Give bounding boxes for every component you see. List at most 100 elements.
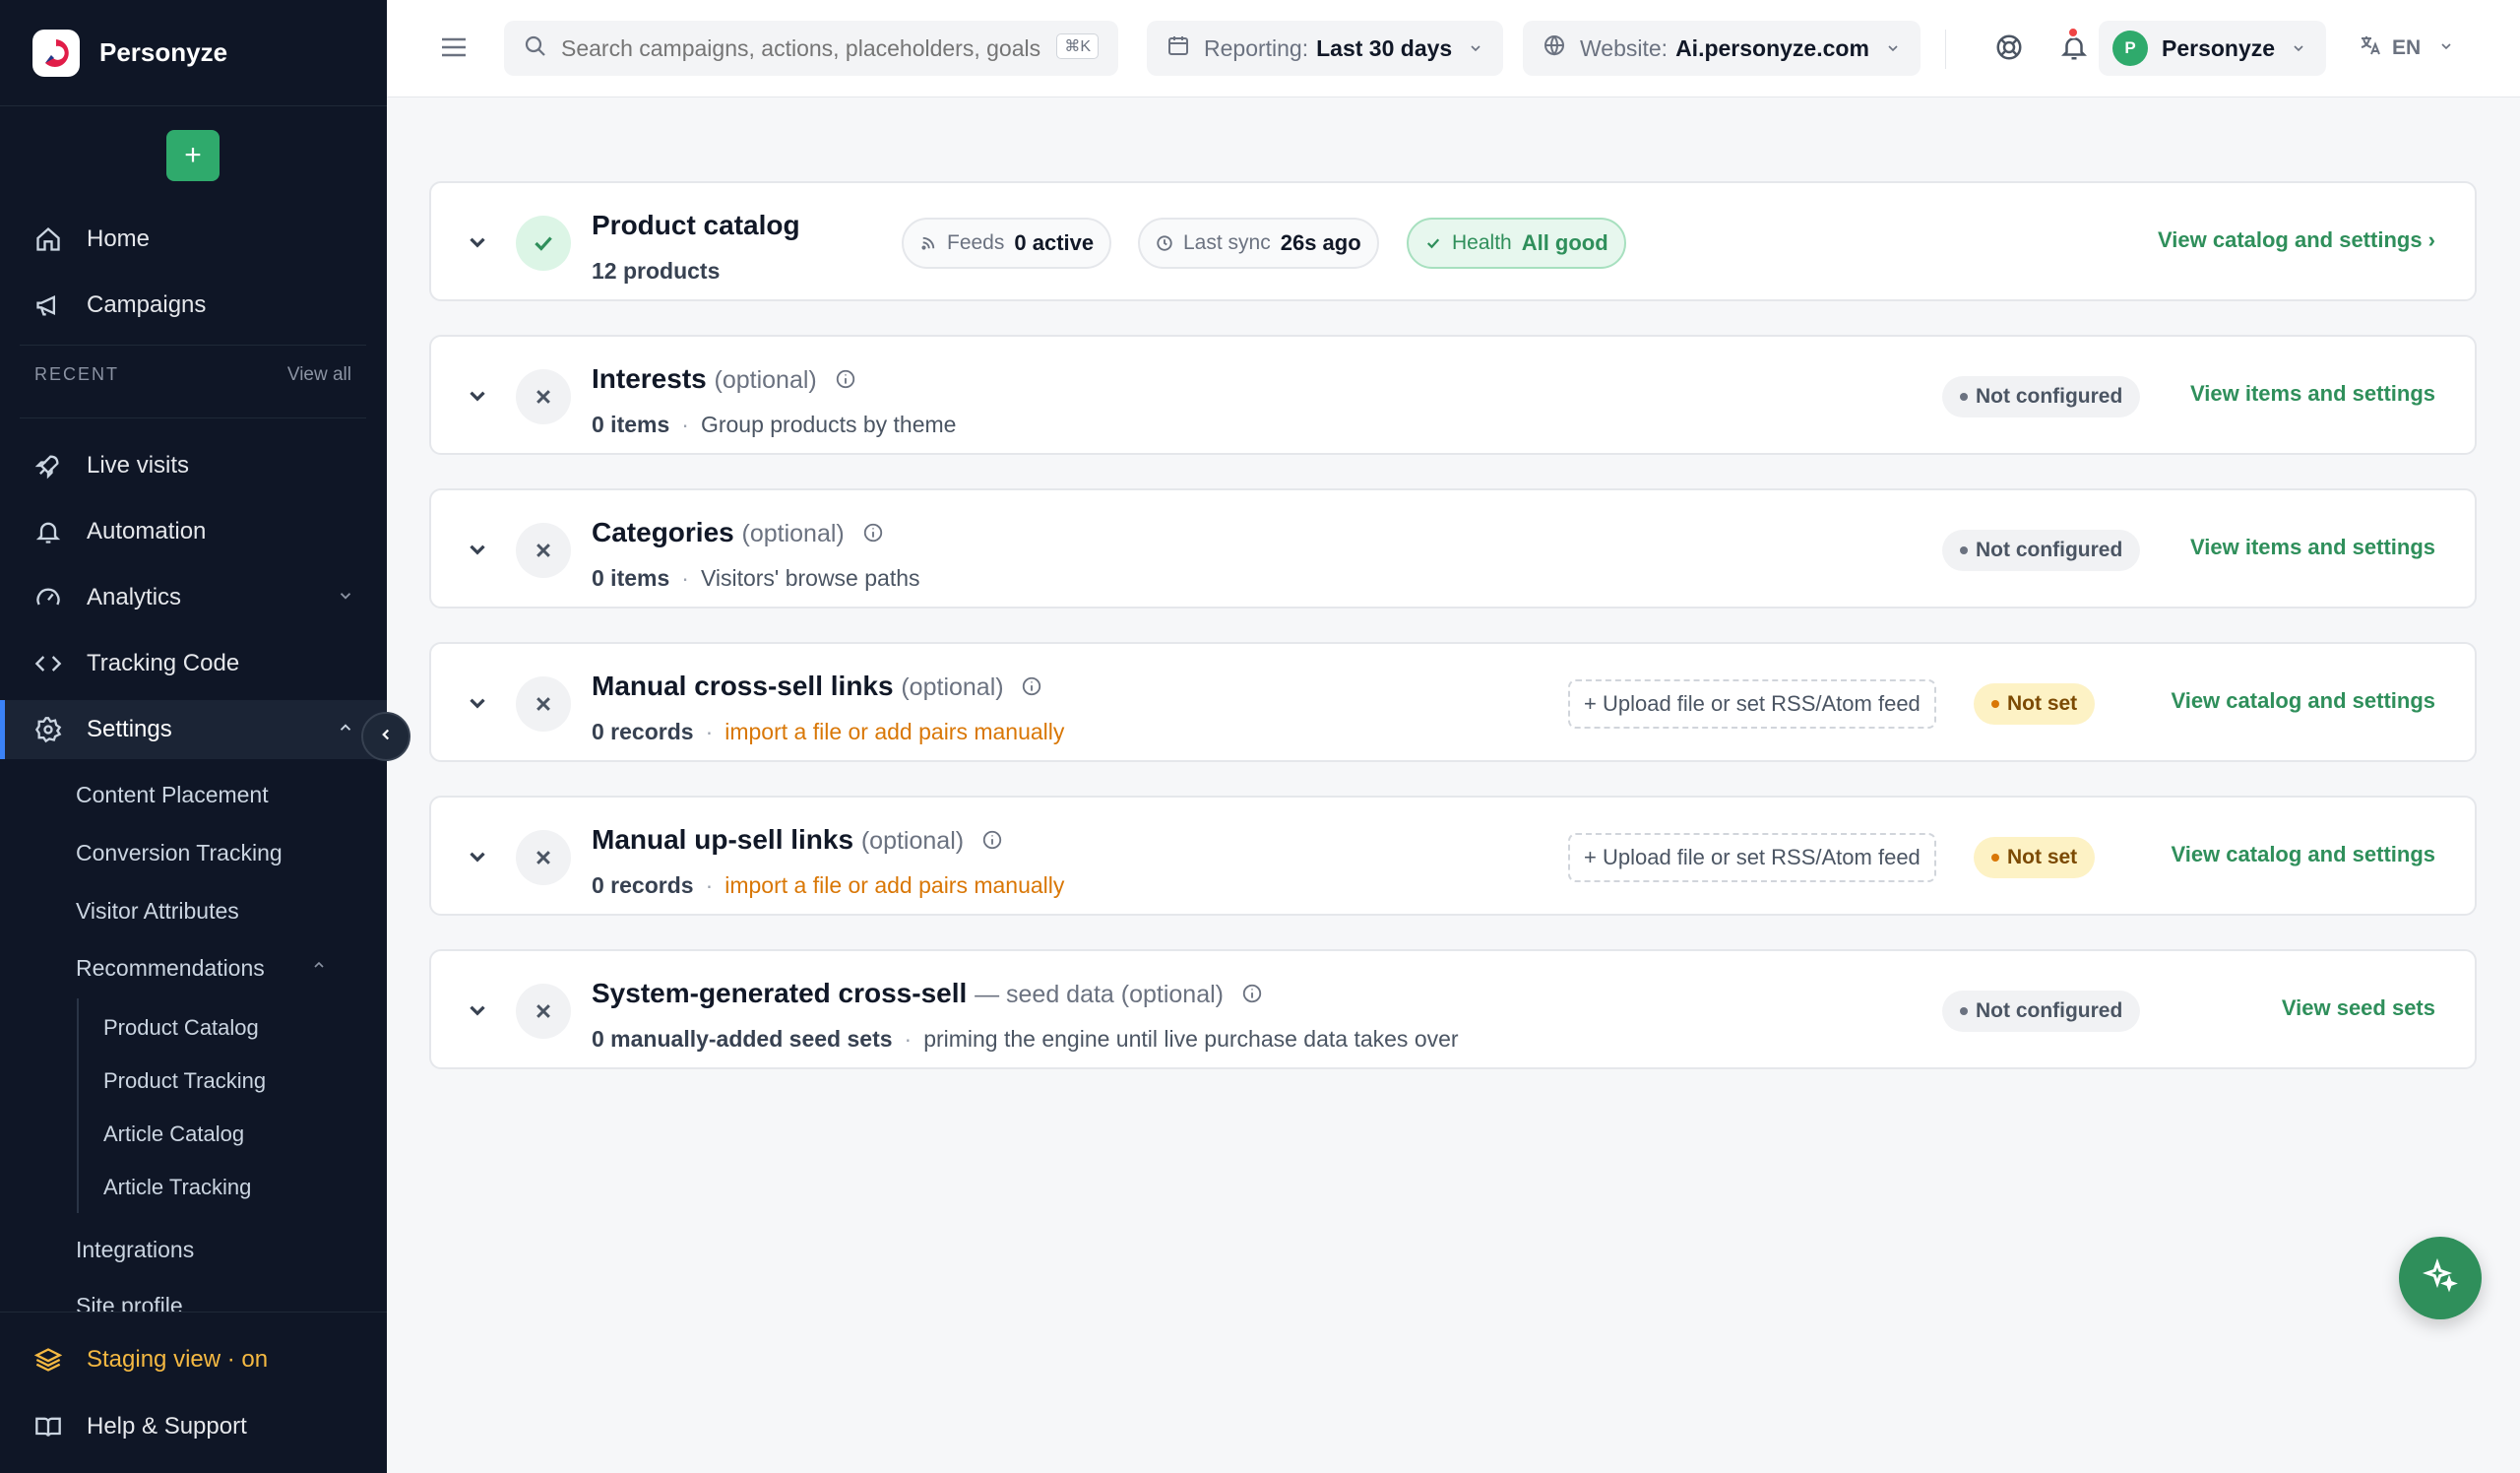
- view-all-link[interactable]: View all: [287, 364, 351, 386]
- health-chip: Health All good: [1407, 218, 1626, 269]
- card-subtitle: 0 items · Group products by theme: [592, 412, 957, 437]
- user-name: Personyze: [2162, 34, 2276, 61]
- staging-view-toggle[interactable]: Staging view · on: [0, 1330, 387, 1389]
- x-status-icon: [516, 523, 571, 578]
- view-catalog-link[interactable]: View catalog and settings ›: [2158, 227, 2435, 253]
- sidebar-item-label: Tracking Code: [87, 650, 240, 676]
- optional-label: (optional): [714, 366, 817, 394]
- sidebar-subitem-visitor-attributes[interactable]: Visitor Attributes: [76, 898, 239, 925]
- top-header: ⌘K Reporting: Last 30 days Website: Ai.p…: [387, 0, 2520, 97]
- user-menu[interactable]: P Personyze: [2099, 21, 2327, 76]
- ai-assistant-button[interactable]: [2399, 1237, 2482, 1319]
- lifebuoy-icon[interactable]: [1994, 32, 2024, 67]
- expand-chevron-icon[interactable]: [465, 383, 490, 414]
- x-status-icon: [516, 369, 571, 424]
- language-selector[interactable]: EN: [2359, 21, 2454, 76]
- expand-chevron-icon[interactable]: [465, 229, 490, 260]
- health-value: All good: [1521, 230, 1608, 255]
- sidebar-item-tracking-code[interactable]: Tracking Code: [0, 634, 387, 693]
- info-icon[interactable]: [981, 826, 1003, 858]
- shortcut-badge: ⌘K: [1056, 33, 1099, 59]
- expand-chevron-icon[interactable]: [465, 537, 490, 567]
- view-items-link[interactable]: View items and settings: [2190, 535, 2435, 560]
- expand-chevron-icon[interactable]: [465, 844, 490, 874]
- sidebar: Personyze + Home Campaigns RECENT View a…: [0, 0, 387, 1473]
- sidebar-footer: Staging view · on Help & Support: [0, 1312, 387, 1473]
- expand-chevron-icon[interactable]: [465, 690, 490, 721]
- clock-icon: [1157, 235, 1172, 251]
- translate-icon: [2359, 33, 2382, 63]
- divider: [20, 345, 366, 346]
- x-status-icon: [516, 984, 571, 1039]
- sidebar-item-label: Analytics: [87, 584, 182, 610]
- sidebar-item-label: Automation: [87, 518, 207, 544]
- avatar: P: [2112, 31, 2148, 66]
- interests-card: Interests (optional) 0 items · Group produ…: [429, 335, 2477, 455]
- card-subtitle: 0 records · import a file or add pairs man…: [592, 872, 1065, 898]
- import-hint-link[interactable]: import a file or add pairs manually: [724, 719, 1064, 744]
- sidebar-item-campaigns[interactable]: Campaigns: [0, 276, 387, 335]
- sidebar-item-help[interactable]: Help & Support: [0, 1397, 387, 1456]
- sidebar-subitem-integrations[interactable]: Integrations: [76, 1237, 194, 1263]
- sidebar-item-automation[interactable]: Automation: [0, 502, 387, 561]
- search-input[interactable]: [561, 34, 1053, 62]
- seed-count: 0 manually-added seed sets: [592, 1026, 893, 1052]
- website-value: Ai.personyze.com: [1675, 34, 1869, 61]
- sidebar-subitem-conversion-tracking[interactable]: Conversion Tracking: [76, 840, 283, 866]
- sidebar-subitem-content-placement[interactable]: Content Placement: [76, 782, 269, 808]
- record-count: 0 records: [592, 719, 694, 744]
- info-icon[interactable]: [835, 365, 856, 397]
- sidebar-item-home[interactable]: Home: [0, 210, 387, 269]
- check-status-icon: [516, 216, 571, 271]
- website-dropdown[interactable]: Website: Ai.personyze.com: [1523, 21, 1921, 76]
- sidebar-item-analytics[interactable]: Analytics: [0, 568, 387, 627]
- check-icon: [1426, 238, 1440, 249]
- sidebar-subitem-product-tracking[interactable]: Product Tracking: [103, 1068, 266, 1094]
- upload-file-button[interactable]: + Upload file or set RSS/Atom feed: [1568, 679, 1936, 729]
- import-hint-link[interactable]: import a file or add pairs manually: [724, 872, 1064, 898]
- menu-icon[interactable]: [440, 35, 468, 64]
- brand[interactable]: Personyze: [0, 0, 387, 106]
- view-catalog-link[interactable]: View catalog and settings: [2171, 688, 2435, 714]
- search-bar[interactable]: ⌘K: [504, 21, 1118, 76]
- info-icon[interactable]: [1021, 672, 1042, 704]
- chevron-up-icon[interactable]: [311, 957, 327, 978]
- view-seed-sets-link[interactable]: View seed sets: [2282, 995, 2435, 1021]
- card-title: Interests (optional): [592, 363, 856, 397]
- view-catalog-link[interactable]: View catalog and settings: [2171, 842, 2435, 867]
- tree-line: [77, 998, 79, 1213]
- sidebar-subitem-article-tracking[interactable]: Article Tracking: [103, 1175, 251, 1200]
- sidebar-item-settings[interactable]: Settings: [0, 700, 387, 759]
- card-title-text: Interests: [592, 363, 707, 394]
- status-badge: Not set: [1974, 837, 2096, 878]
- card-subtitle: 0 items · Visitors' browse paths: [592, 565, 920, 591]
- book-icon: [32, 1411, 64, 1442]
- card-subtitle: 12 products: [592, 258, 720, 285]
- sidebar-subitem-product-catalog[interactable]: Product Catalog: [103, 1015, 259, 1041]
- optional-label: (optional): [860, 827, 965, 855]
- info-icon[interactable]: [862, 519, 884, 550]
- status-badge: Not configured: [1942, 991, 2141, 1032]
- expand-chevron-icon[interactable]: [465, 997, 490, 1028]
- sidebar-item-live-visits[interactable]: Live visits: [0, 436, 387, 495]
- home-icon: [32, 224, 64, 255]
- collapse-sidebar-button[interactable]: [361, 712, 410, 761]
- card-title: Manual cross-sell links (optional): [592, 671, 1042, 704]
- notification-dot: [2067, 27, 2079, 38]
- layers-icon: [32, 1344, 64, 1376]
- create-new-button[interactable]: +: [166, 130, 220, 181]
- upload-file-button[interactable]: + Upload file or set RSS/Atom feed: [1568, 833, 1936, 882]
- x-status-icon: [516, 676, 571, 732]
- card-title: Categories (optional): [592, 517, 884, 550]
- card-description: Visitors' browse paths: [700, 565, 920, 591]
- info-icon[interactable]: [1241, 980, 1263, 1011]
- view-items-link[interactable]: View items and settings: [2190, 381, 2435, 407]
- reporting-period-dropdown[interactable]: Reporting: Last 30 days: [1147, 21, 1504, 76]
- manual-up-sell-card: Manual up-sell links (optional) 0 record…: [429, 796, 2477, 916]
- sidebar-item-label: Home: [87, 225, 151, 252]
- chevron-down-icon: [1468, 35, 1483, 62]
- product-catalog-card: Product catalog 12 products Feeds 0 acti…: [429, 181, 2477, 301]
- sidebar-subitem-article-catalog[interactable]: Article Catalog: [103, 1121, 244, 1147]
- recent-label: RECENT: [34, 364, 120, 384]
- sidebar-subitem-recommendations[interactable]: Recommendations: [76, 955, 265, 982]
